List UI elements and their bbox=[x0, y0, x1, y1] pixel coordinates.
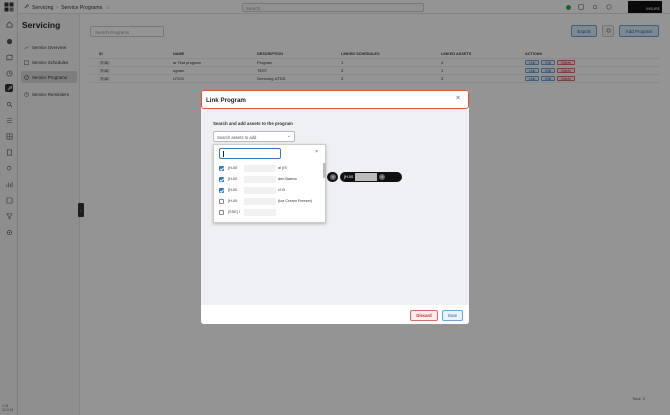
link-program-modal: Link Program × Search and add assets to … bbox=[201, 90, 469, 324]
asset-code: [H-00 bbox=[228, 177, 238, 181]
section-label: Search and add assets to the program bbox=[213, 121, 293, 126]
selected-asset-chip[interactable]: [H-00 × bbox=[340, 172, 402, 182]
asset-code: [SSE] I bbox=[228, 210, 240, 214]
close-icon[interactable]: × bbox=[456, 95, 460, 102]
modal-header: Link Program × bbox=[201, 90, 469, 109]
modal-footer: Discard Save bbox=[201, 305, 469, 324]
discard-button[interactable]: Discard bbox=[410, 310, 438, 321]
remove-chip-icon[interactable]: × bbox=[379, 174, 386, 180]
redacted-block bbox=[244, 198, 276, 205]
asset-option[interactable]: [SSE] I bbox=[219, 208, 319, 218]
asset-option[interactable]: [H-00 den Barma bbox=[219, 175, 319, 185]
checkbox[interactable] bbox=[219, 210, 224, 215]
checkbox[interactable] bbox=[219, 166, 224, 171]
redacted-block bbox=[244, 165, 276, 172]
asset-option[interactable]: [H-00 al (IS bbox=[219, 164, 319, 174]
selected-asset-chip[interactable]: × bbox=[327, 172, 338, 182]
redacted-block bbox=[244, 209, 276, 216]
asset-name: den Barma bbox=[278, 177, 297, 181]
asset-name: (Ice Cream Freezer) bbox=[278, 199, 313, 203]
checkbox[interactable] bbox=[219, 177, 224, 182]
asset-option[interactable]: [H-00 (Ice Cream Freezer) bbox=[219, 197, 319, 207]
chip-redacted bbox=[355, 173, 378, 181]
dropdown-scrollbar[interactable] bbox=[323, 163, 326, 178]
asset-code: [H-00 bbox=[228, 199, 238, 203]
dropdown-search-input[interactable] bbox=[219, 148, 281, 159]
chevron-down-icon: ⌄ bbox=[286, 133, 291, 139]
asset-select[interactable]: Search assets to add ⌄ bbox=[213, 131, 295, 142]
asset-name: r2 B bbox=[278, 188, 285, 192]
redacted-block bbox=[244, 176, 276, 183]
asset-name: al (IS bbox=[278, 166, 287, 170]
checkbox[interactable] bbox=[219, 188, 224, 193]
asset-select-placeholder: Search assets to add bbox=[217, 135, 257, 140]
asset-dropdown: × [H-00 al (IS [H-00 den Barma [H-00 r2 … bbox=[213, 144, 326, 223]
chip-label: [H-00 bbox=[344, 175, 354, 179]
asset-code: [H-00 bbox=[228, 188, 238, 192]
clear-icon[interactable]: × bbox=[315, 149, 318, 155]
asset-code: [H-00 bbox=[228, 166, 238, 170]
modal-title: Link Program bbox=[206, 97, 246, 104]
remove-chip-icon[interactable]: × bbox=[330, 174, 336, 180]
redacted-block bbox=[244, 187, 276, 194]
asset-option[interactable]: [H-00 r2 B bbox=[219, 186, 319, 196]
checkbox[interactable] bbox=[219, 199, 224, 204]
save-button[interactable]: Save bbox=[442, 310, 463, 321]
modal-body: Search and add assets to the program Sea… bbox=[201, 109, 469, 305]
